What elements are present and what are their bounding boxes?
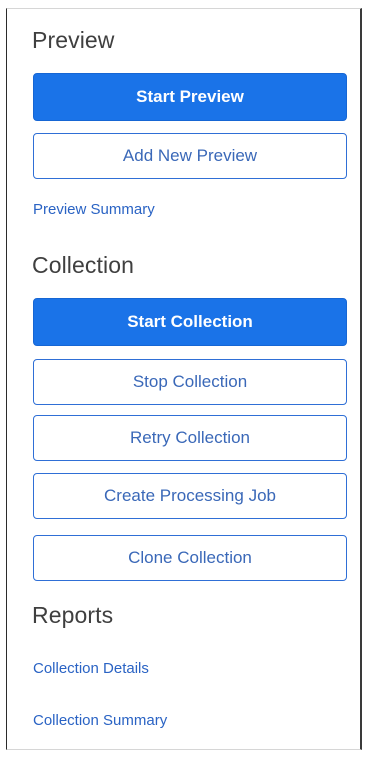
stop-collection-button[interactable]: Stop Collection — [33, 359, 347, 405]
retry-collection-button[interactable]: Retry Collection — [33, 415, 347, 461]
clone-collection-button[interactable]: Clone Collection — [33, 535, 347, 581]
collection-heading: Collection — [32, 252, 134, 278]
collection-summary-link[interactable]: Collection Summary — [33, 712, 167, 729]
collection-details-link[interactable]: Collection Details — [33, 660, 149, 677]
preview-heading: Preview — [32, 27, 115, 53]
preview-summary-link[interactable]: Preview Summary — [33, 201, 155, 218]
actions-panel: Preview Start Preview Add New Preview Pr… — [6, 8, 362, 750]
reports-heading: Reports — [32, 602, 114, 628]
start-collection-button[interactable]: Start Collection — [33, 298, 347, 346]
create-processing-job-button[interactable]: Create Processing Job — [33, 473, 347, 519]
start-preview-button[interactable]: Start Preview — [33, 73, 347, 121]
add-new-preview-button[interactable]: Add New Preview — [33, 133, 347, 179]
